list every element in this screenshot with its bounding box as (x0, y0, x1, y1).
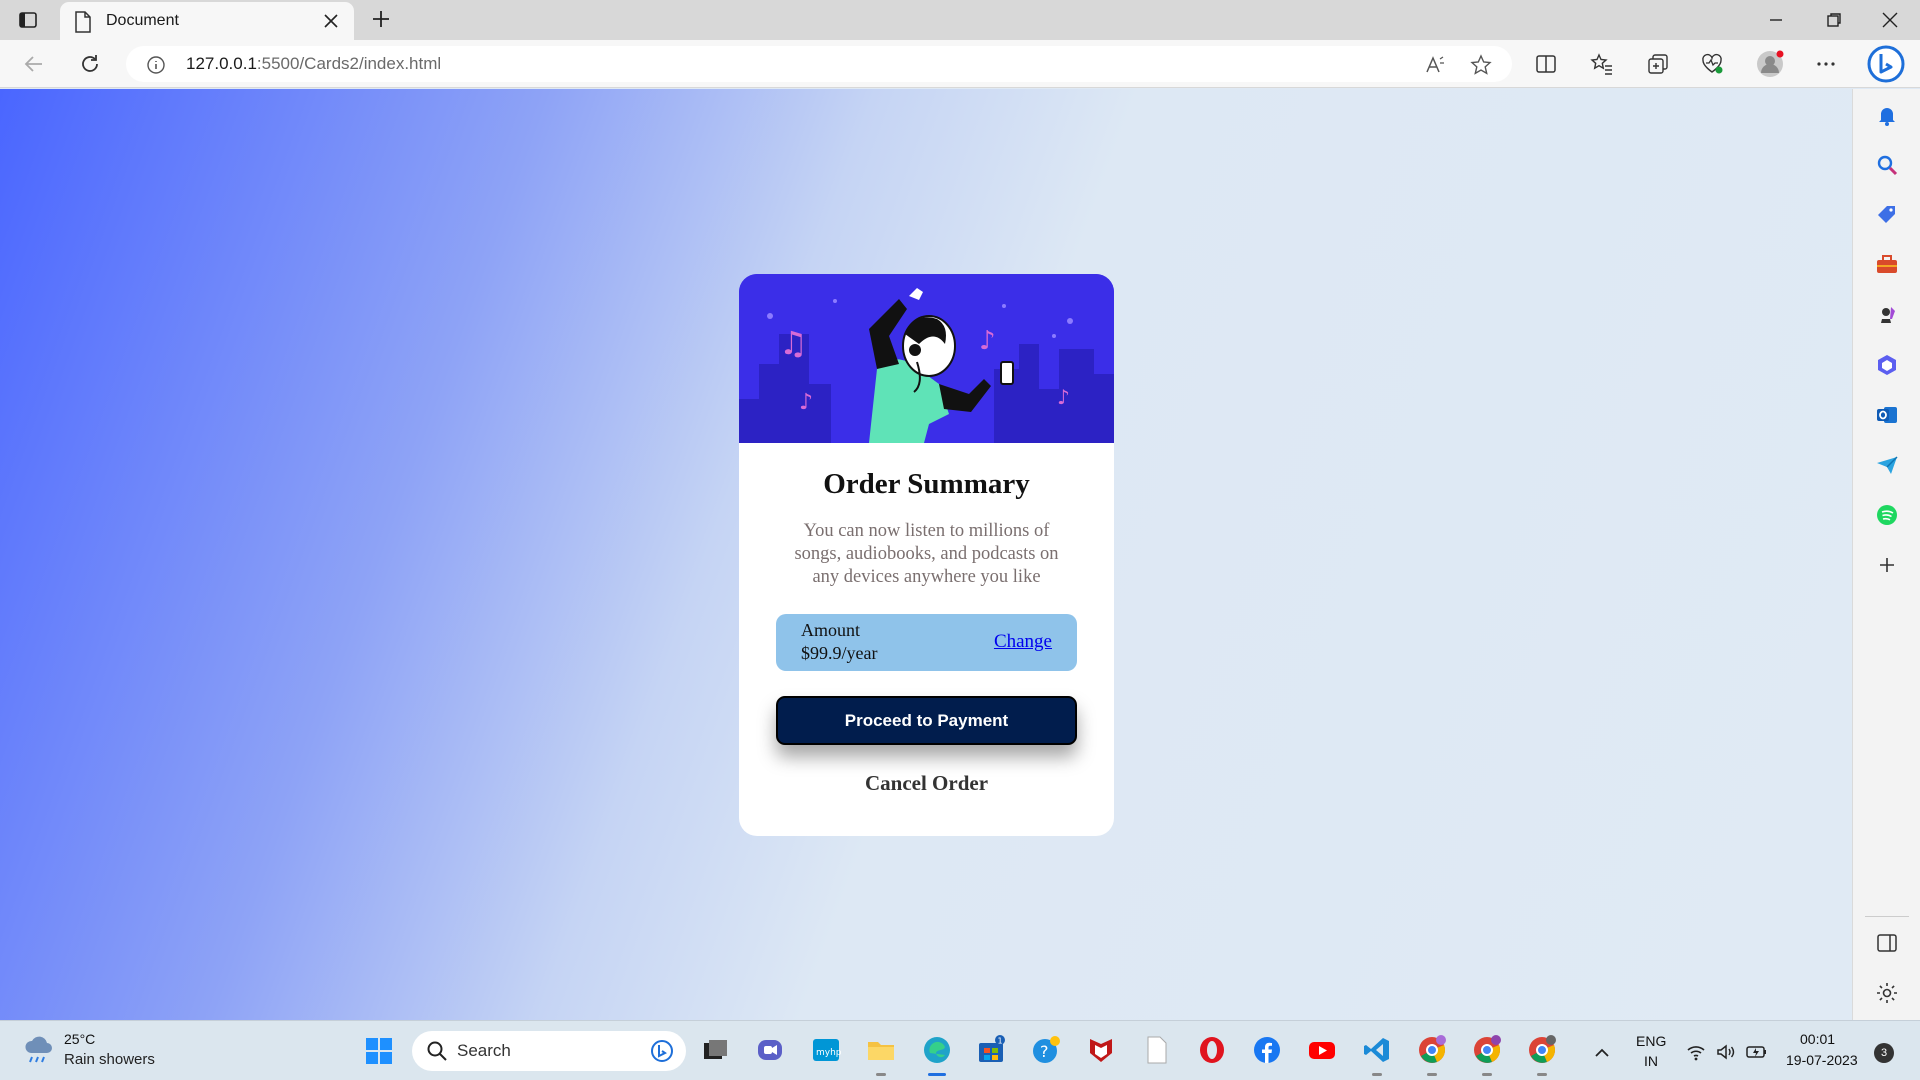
url-text[interactable]: 127.0.0.1:5500/Cards2/index.html (186, 54, 441, 74)
address-toolbar: 127.0.0.1:5500/Cards2/index.html (0, 40, 1920, 88)
chrome-profile-3-icon[interactable] (1527, 1035, 1557, 1065)
split-screen-icon[interactable] (1534, 52, 1558, 76)
taskbar-search-placeholder: Search (457, 1041, 511, 1060)
battery-charging-icon[interactable] (1746, 1043, 1766, 1061)
edge-active-indicator (928, 1073, 946, 1076)
chrome-profile-1-icon[interactable] (1417, 1035, 1447, 1065)
support-help-icon[interactable]: ? (1031, 1035, 1061, 1065)
notifications-bell-icon[interactable] (1875, 103, 1899, 127)
spotify-icon[interactable] (1875, 503, 1899, 527)
chrome-3-running-indicator (1537, 1073, 1547, 1076)
page-viewport: ♫ ♪ ♪ ♪ Order Summary You can now listen… (0, 89, 1852, 1020)
vscode-icon[interactable] (1362, 1035, 1392, 1065)
svg-text:♪: ♪ (979, 326, 996, 356)
language-region[interactable]: IN (1644, 1053, 1658, 1069)
windows-start-icon[interactable] (365, 1037, 393, 1065)
change-plan-link[interactable]: Change (994, 631, 1052, 653)
svg-text:?: ? (1040, 1042, 1049, 1061)
collections-icon[interactable] (1646, 52, 1670, 76)
weather-temperature[interactable]: 25°C (64, 1031, 95, 1047)
youtube-icon[interactable] (1307, 1035, 1337, 1065)
minimize-icon[interactable] (1764, 8, 1788, 32)
wifi-icon[interactable] (1686, 1043, 1706, 1061)
favorites-icon[interactable] (1590, 52, 1614, 76)
restore-icon[interactable] (1822, 8, 1846, 32)
opera-icon[interactable] (1197, 1035, 1227, 1065)
facebook-icon[interactable] (1252, 1035, 1282, 1065)
document-icon (74, 11, 92, 33)
url-host: 127.0.0.1 (186, 54, 257, 73)
clock-date[interactable]: 19-07-2023 (1786, 1052, 1858, 1068)
settings-gear-icon[interactable] (1875, 981, 1899, 1005)
order-summary-card: ♫ ♪ ♪ ♪ Order Summary You can now listen… (739, 274, 1114, 836)
browser-essentials-icon[interactable] (1700, 52, 1724, 76)
outlook-icon[interactable] (1875, 403, 1899, 427)
amount-label: Amount (801, 620, 861, 640)
close-window-icon[interactable] (1878, 8, 1902, 32)
refresh-icon[interactable] (78, 52, 102, 76)
edge-browser-icon[interactable] (922, 1035, 952, 1065)
add-sidebar-app-icon[interactable] (1875, 553, 1899, 577)
rain-cloud-icon[interactable] (22, 1035, 56, 1065)
svg-text:♫: ♫ (779, 324, 808, 362)
chrome-1-running-indicator (1427, 1073, 1437, 1076)
tab-title: Document (106, 12, 179, 29)
amount-panel: Amount $99.9/year Change (776, 614, 1077, 671)
task-view-icon[interactable] (700, 1035, 730, 1065)
amount-value: $99.9/year (801, 643, 878, 663)
blank-document-icon[interactable] (1142, 1035, 1172, 1065)
edge-sidebar (1852, 89, 1920, 1020)
site-info-icon[interactable] (146, 55, 166, 75)
taskbar-search-box[interactable]: Search (412, 1031, 686, 1071)
order-description: You can now listen to millions of songs,… (794, 521, 1059, 587)
explorer-running-indicator (876, 1073, 886, 1076)
svg-text:♪: ♪ (1057, 385, 1070, 409)
svg-text:♪: ♪ (799, 390, 813, 415)
svg-text:myhp: myhp (816, 1048, 841, 1058)
url-path: :5500/Cards2/index.html (256, 54, 442, 73)
microsoft-store-icon[interactable]: 1 (976, 1035, 1006, 1065)
search-icon[interactable] (1875, 153, 1899, 177)
games-chess-icon[interactable] (1875, 303, 1899, 327)
file-explorer-icon[interactable] (866, 1035, 896, 1065)
vscode-running-indicator (1372, 1073, 1382, 1076)
notification-count-badge[interactable]: 3 (1874, 1043, 1894, 1063)
search-magnifier-icon (426, 1040, 448, 1062)
proceed-to-payment-button[interactable]: Proceed to Payment (776, 696, 1077, 745)
new-tab-icon[interactable] (370, 8, 392, 30)
bing-icon (650, 1039, 674, 1063)
telegram-send-icon[interactable] (1875, 453, 1899, 477)
myhp-icon[interactable]: myhp (811, 1035, 842, 1065)
windows-taskbar: 25°C Rain showers Search myhp 1 ? ENG IN… (0, 1020, 1920, 1080)
chrome-profile-2-icon[interactable] (1472, 1035, 1502, 1065)
tools-briefcase-icon[interactable] (1875, 253, 1899, 277)
language-code[interactable]: ENG (1636, 1033, 1666, 1049)
hide-sidebar-icon[interactable] (1875, 931, 1899, 955)
sidebar-divider (1865, 916, 1909, 917)
chrome-2-running-indicator (1482, 1073, 1492, 1076)
cancel-order-button[interactable]: Cancel Order (739, 771, 1114, 796)
profile-avatar-icon[interactable] (1756, 50, 1784, 78)
browser-tab[interactable]: Document (60, 2, 354, 40)
store-badge-count: 1 (998, 1037, 1003, 1046)
volume-icon[interactable] (1716, 1043, 1736, 1061)
clock-time[interactable]: 00:01 (1800, 1031, 1835, 1047)
bing-copilot-icon[interactable] (1866, 44, 1906, 84)
more-options-icon[interactable] (1814, 52, 1838, 76)
microsoft-365-icon[interactable] (1875, 353, 1899, 377)
chevron-up-icon[interactable] (1592, 1043, 1612, 1061)
address-bar[interactable]: 127.0.0.1:5500/Cards2/index.html (126, 46, 1512, 82)
tab-actions-icon[interactable] (18, 10, 38, 30)
tab-bar: Document (0, 0, 1920, 40)
shopping-tag-icon[interactable] (1875, 203, 1899, 227)
weather-description[interactable]: Rain showers (64, 1051, 155, 1068)
hero-illustration: ♫ ♪ ♪ ♪ (739, 274, 1114, 443)
teams-chat-icon[interactable] (755, 1035, 785, 1065)
favorite-star-icon[interactable] (1470, 54, 1492, 76)
read-aloud-icon[interactable] (1424, 54, 1446, 76)
order-summary-title: Order Summary (823, 468, 1030, 500)
back-icon[interactable] (22, 52, 46, 76)
close-tab-icon[interactable] (322, 12, 340, 30)
mcafee-icon[interactable] (1086, 1035, 1116, 1065)
